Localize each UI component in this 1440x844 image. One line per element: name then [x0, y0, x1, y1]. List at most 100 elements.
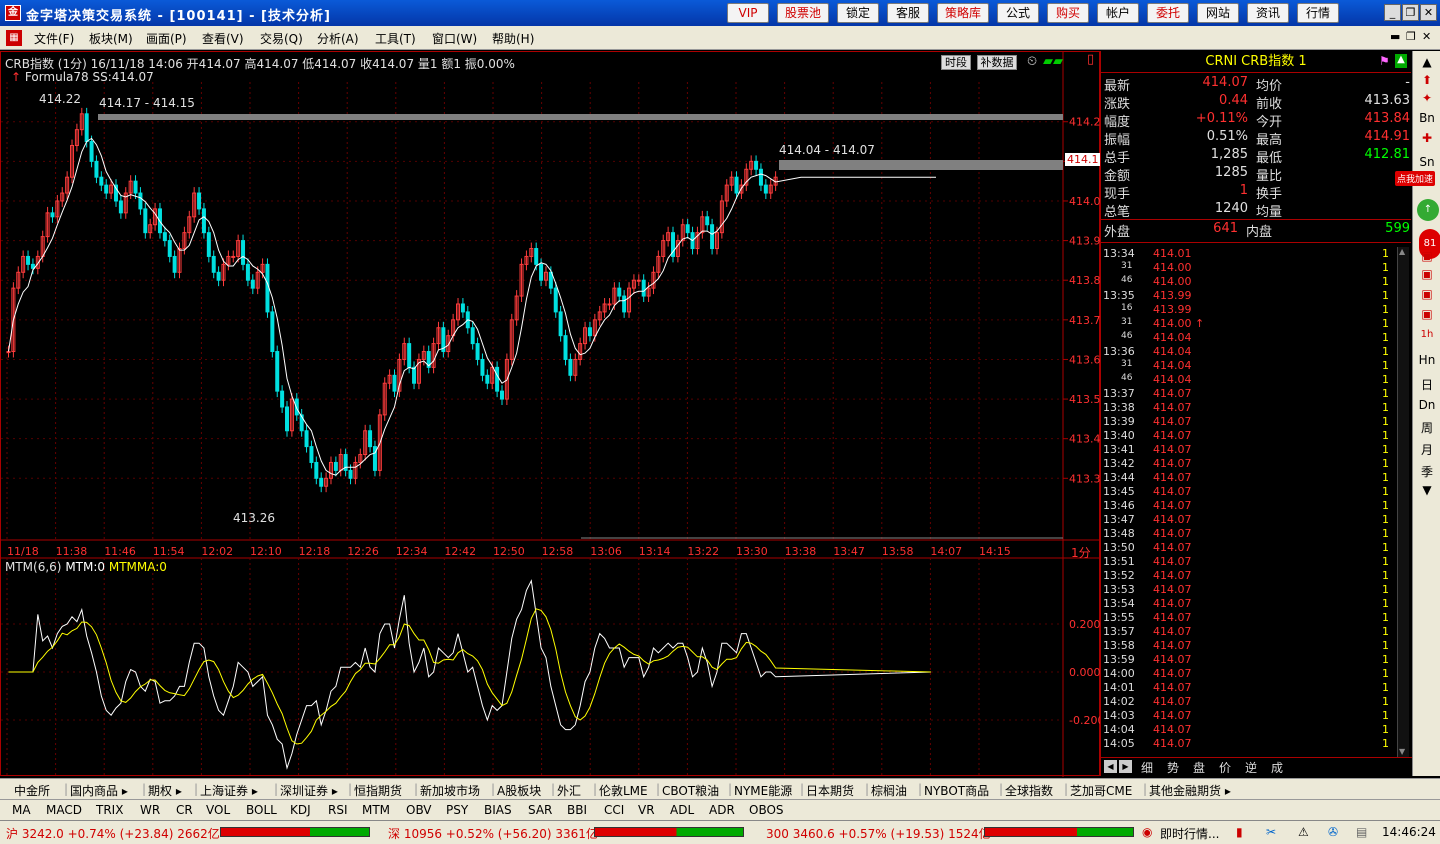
market-tab-17[interactable]: 其他金融期货 ▸ [1149, 782, 1231, 799]
settings-icon[interactable]: ▤ [1356, 825, 1367, 839]
news-ticker[interactable]: 即时行情... [1160, 825, 1219, 842]
toolbar-button-5[interactable]: 公式 [997, 3, 1039, 23]
menu-item-1[interactable]: 板块(M) [89, 30, 133, 47]
toolbar-button-4[interactable]: 策略库 [937, 3, 989, 23]
sidebar-item-bn[interactable]: Bn [1417, 111, 1437, 125]
toolbar-button-6[interactable]: 购买 [1047, 3, 1089, 23]
detail-tab-5[interactable]: 成 [1271, 759, 1283, 776]
minimize-icon[interactable]: _ [1384, 4, 1401, 21]
indicator-tab-16[interactable]: VR [638, 803, 655, 817]
market-tab-15[interactable]: 全球指数 [1005, 782, 1053, 799]
mdi-minimize-icon[interactable]: ▬ [1390, 30, 1400, 43]
toolbar-button-3[interactable]: 客服 [887, 3, 929, 23]
mdi-close-icon[interactable]: ✕ [1422, 30, 1431, 43]
sidebar-chart-icon-2[interactable]: ▣ [1417, 267, 1437, 281]
menu-item-7[interactable]: 窗口(W) [432, 30, 477, 47]
indicator-tab-0[interactable]: MA [12, 803, 31, 817]
indicator-tab-11[interactable]: PSY [446, 803, 468, 817]
sidebar-item-month[interactable]: 月 [1417, 441, 1437, 458]
menu-item-3[interactable]: 查看(V) [202, 30, 244, 47]
market-tab-11[interactable]: NYME能源 [734, 782, 792, 799]
signal-icon[interactable]: ▰▰ [1043, 54, 1063, 69]
market-tab-8[interactable]: 外汇 [557, 782, 581, 799]
link-icon[interactable]: ✇ [1328, 825, 1338, 839]
toolbar-button-10[interactable]: 资讯 [1247, 3, 1289, 23]
tick-list[interactable]: 13:34 414.01 1 31 414.00 1 46 414.00 1 13:35 413.9… [1101, 247, 1401, 750]
indicator-tab-7[interactable]: KDJ [290, 803, 311, 817]
sidebar-item-season[interactable]: 季 [1417, 463, 1437, 480]
market-tab-13[interactable]: 棕榈油 [871, 782, 907, 799]
tab-left-icon[interactable]: ◀ [1104, 760, 1117, 773]
indicator-tab-12[interactable]: BIAS [484, 803, 512, 817]
market-tab-5[interactable]: 恒指期货 [354, 782, 402, 799]
indicator-tab-3[interactable]: WR [140, 803, 160, 817]
indicator-tab-9[interactable]: MTM [362, 803, 390, 817]
alert-icon[interactable]: ⚠ [1298, 825, 1309, 839]
detail-tab-3[interactable]: 价 [1219, 759, 1231, 776]
panel-toggle-icon[interactable]: ▯ [1087, 52, 1094, 67]
sidebar-arrow-down-icon[interactable]: ▼ [1417, 483, 1437, 497]
mdi-restore-icon[interactable]: ❐ [1406, 30, 1416, 43]
market-tab-0[interactable]: 中金所 [14, 782, 50, 799]
sidebar-item-week[interactable]: 周 [1417, 419, 1437, 436]
scroll-up-icon[interactable]: ▲ [1399, 247, 1408, 257]
sidebar-flag-icon[interactable]: ✚ [1417, 131, 1437, 145]
indicator-tab-6[interactable]: BOLL [246, 803, 277, 817]
sidebar-star-icon[interactable]: ✦ [1417, 91, 1437, 105]
market-tab-3[interactable]: 上海证券 ▸ [200, 782, 258, 799]
sidebar-1h-icon[interactable]: 1h [1417, 329, 1437, 340]
pin-icon[interactable]: ⚑ [1379, 54, 1390, 68]
sidebar-item-day[interactable]: 日 [1417, 376, 1437, 393]
indicator-tab-14[interactable]: BBI [567, 803, 587, 817]
green-circle-icon[interactable]: ↑ [1417, 199, 1439, 221]
tick-scrollbar[interactable]: ▲ ▼ [1397, 247, 1409, 757]
toolbar-button-2[interactable]: 锁定 [837, 3, 879, 23]
scroll-down-icon[interactable]: ▼ [1399, 747, 1408, 757]
menu-item-6[interactable]: 工具(T) [375, 30, 416, 47]
market-tab-12[interactable]: 日本期货 [806, 782, 854, 799]
menu-item-0[interactable]: 文件(F) [34, 30, 74, 47]
sidebar-arrow-up-icon[interactable]: ▲ [1417, 55, 1437, 69]
supplement-data-button[interactable]: 补数据 [977, 55, 1017, 70]
indicator-tab-5[interactable]: VOL [206, 803, 230, 817]
detail-tab-1[interactable]: 势 [1167, 759, 1179, 776]
timeframe-button[interactable]: 时段 [941, 55, 971, 70]
menu-item-8[interactable]: 帮助(H) [492, 30, 534, 47]
tools-icon[interactable]: ✂ [1266, 825, 1276, 839]
market-tab-2[interactable]: 期权 ▸ [148, 782, 182, 799]
toolbar-button-11[interactable]: 行情 [1297, 3, 1339, 23]
indicator-tab-13[interactable]: SAR [528, 803, 552, 817]
sidebar-item-sn[interactable]: Sn [1417, 155, 1437, 169]
menu-item-2[interactable]: 画面(P) [146, 30, 187, 47]
speedup-badge[interactable]: 点我加速 [1395, 171, 1436, 186]
market-tab-6[interactable]: 新加坡市场 [420, 782, 480, 799]
db-icon[interactable]: ▮ [1236, 825, 1243, 839]
detail-tab-2[interactable]: 盘 [1193, 759, 1205, 776]
toolbar-button-7[interactable]: 帐户 [1097, 3, 1139, 23]
menu-item-4[interactable]: 交易(Q) [260, 30, 303, 47]
clock-icon[interactable]: ⏲ [1027, 54, 1037, 69]
detail-tab-4[interactable]: 逆 [1245, 759, 1257, 776]
detail-tab-0[interactable]: 细 [1141, 759, 1153, 776]
news-icon[interactable]: ◉ [1142, 825, 1152, 839]
toolbar-button-9[interactable]: 网站 [1197, 3, 1239, 23]
indicator-tab-15[interactable]: CCI [604, 803, 624, 817]
sidebar-chart-icon[interactable]: ▣ [1417, 249, 1437, 263]
indicator-tab-19[interactable]: OBOS [749, 803, 784, 817]
market-tab-16[interactable]: 芝加哥CME [1070, 782, 1132, 799]
expand-icon[interactable]: ▲ [1395, 54, 1407, 68]
toolbar-button-0[interactable]: VIP [727, 3, 769, 23]
indicator-tab-4[interactable]: CR [176, 803, 193, 817]
market-tab-9[interactable]: 伦敦LME [599, 782, 648, 799]
sidebar-chart-icon-3[interactable]: ▣ [1417, 287, 1437, 301]
market-tab-4[interactable]: 深圳证券 ▸ [280, 782, 338, 799]
toolbar-button-8[interactable]: 委托 [1147, 3, 1189, 23]
close-icon[interactable]: ✕ [1420, 4, 1437, 21]
indicator-tab-10[interactable]: OBV [406, 803, 432, 817]
tab-right-icon[interactable]: ▶ [1119, 760, 1132, 773]
sidebar-chart-icon-4[interactable]: ▣ [1417, 307, 1437, 321]
market-tab-1[interactable]: 国内商品 ▸ [70, 782, 128, 799]
toolbar-button-1[interactable]: 股票池 [777, 3, 829, 23]
indicator-tab-2[interactable]: TRIX [96, 803, 123, 817]
chart-area[interactable]: 11/18 11:38 11:46 11:54 12:02 12:10 12:18 12:26… [0, 51, 1101, 777]
